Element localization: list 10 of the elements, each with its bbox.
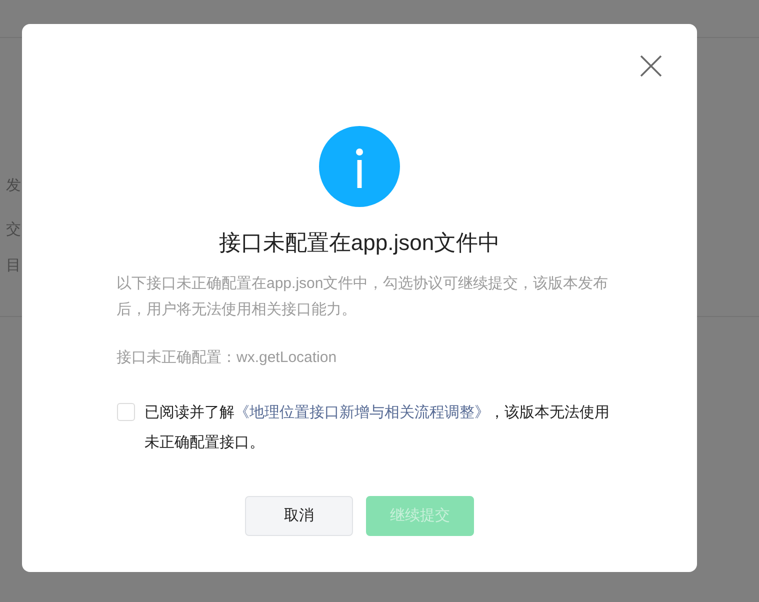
close-icon xyxy=(640,55,662,77)
agreement-link[interactable]: 《地理位置接口新增与相关流程调整》 xyxy=(234,404,490,421)
cancel-button[interactable]: 取消 xyxy=(245,496,353,536)
config-line: 接口未正确配置：wx.getLocation xyxy=(116,348,338,368)
dialog-title: 接口未配置在app.json文件中 xyxy=(218,229,500,257)
dialog-description: 以下接口未正确配置在app.json文件中，勾选协议可继续提交，该版本发布后，用户将无法使用相关接口能力。 xyxy=(116,274,610,320)
close-button[interactable] xyxy=(639,54,663,78)
agreement-checkbox[interactable] xyxy=(116,403,134,421)
info-icon xyxy=(319,126,400,207)
agreement-text: 已阅读并了解《地理位置接口新增与相关流程调整》，该版本无法使用未正确配置接口。 xyxy=(144,403,610,453)
